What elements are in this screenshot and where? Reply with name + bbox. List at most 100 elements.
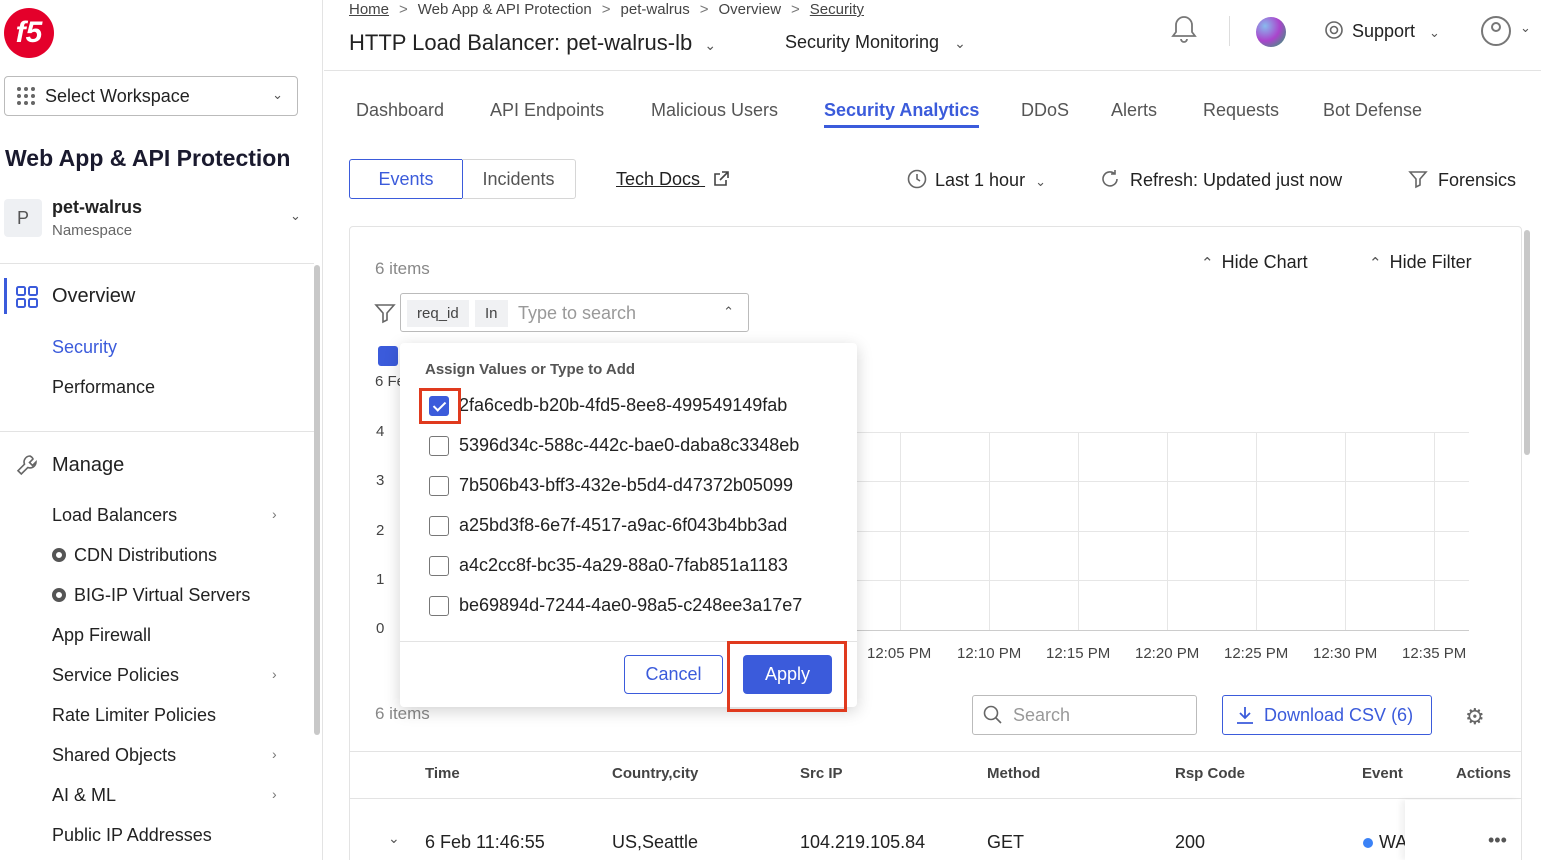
tab-alerts[interactable]: Alerts (1111, 100, 1157, 121)
chevron-right-icon: › (272, 786, 277, 802)
content-scrollbar[interactable] (1524, 230, 1530, 455)
nav-item-cdn-distributions[interactable]: CDN Distributions (52, 545, 217, 566)
option-checkbox[interactable] (429, 555, 449, 576)
monitoring-select[interactable]: Security Monitoring ⌄ (785, 32, 966, 53)
table-search-placeholder: Search (1013, 705, 1071, 725)
user-icon[interactable] (1481, 16, 1511, 46)
cancel-button[interactable]: Cancel (624, 655, 723, 694)
column-header-event[interactable]: Event (1362, 765, 1403, 782)
tab-dashboard[interactable]: Dashboard (356, 100, 444, 121)
column-header-method[interactable]: Method (987, 765, 1040, 782)
time-range-select[interactable]: Last 1 hour ⌄ (907, 169, 1046, 191)
option-row[interactable]: a25bd3f8-6e7f-4517-a9ac-6f043b4bb3ad (429, 515, 787, 536)
column-header-time[interactable]: Time (425, 765, 460, 782)
option-checkbox[interactable] (429, 475, 449, 496)
breadcrumb-home[interactable]: Home (349, 1, 389, 18)
x-tick-label: 12:15 PM (1046, 645, 1111, 662)
option-checkbox[interactable] (429, 595, 449, 616)
bell-icon[interactable] (1170, 14, 1198, 44)
chevron-up-icon: ⌃ (1201, 255, 1214, 272)
option-label: 7b506b43-bff3-432e-b5d4-d47372b05099 (459, 475, 793, 495)
incidents-toggle[interactable]: Incidents (462, 159, 576, 199)
filter-operator-chip[interactable]: In (475, 300, 508, 327)
tab-ddos[interactable]: DDoS (1021, 100, 1069, 121)
monitoring-select-label: Security Monitoring (785, 32, 940, 52)
option-row[interactable]: a4c2cc8f-bc35-4a29-88a0-7fab851a1183 (429, 555, 788, 576)
nav-item-app-firewall[interactable]: App Firewall (52, 625, 151, 646)
namespace-name[interactable]: pet-walrus (52, 197, 142, 218)
support-menu[interactable]: Support ⌄ (1324, 20, 1440, 42)
breadcrumb-app[interactable]: Web App & API Protection (418, 1, 592, 18)
breadcrumb: Home > Web App & API Protection > pet-walrus… (349, 1, 864, 18)
filter-input[interactable]: req_id In Type to search ⌃ (400, 293, 749, 332)
tab-malicious-users[interactable]: Malicious Users (651, 100, 778, 121)
external-link-icon (714, 171, 729, 186)
sidebar-scrollbar[interactable] (314, 265, 320, 735)
breadcrumb-security[interactable]: Security (810, 1, 864, 18)
tab-api-endpoints[interactable]: API Endpoints (490, 100, 604, 121)
hide-chart-button[interactable]: ⌃ Hide Chart (1201, 252, 1308, 273)
table-search-input[interactable]: Search (972, 695, 1197, 735)
load-balancer-title[interactable]: HTTP Load Balancer: pet-walrus-lb ⌄ (349, 30, 716, 56)
nav-manage[interactable]: Manage (52, 454, 124, 477)
tab-bot-defense[interactable]: Bot Defense (1323, 100, 1422, 121)
row-expand-icon[interactable]: ⌄ (388, 830, 400, 847)
divider (0, 431, 314, 432)
workspace-select[interactable]: Select Workspace ⌄ (4, 76, 298, 116)
breadcrumb-overview[interactable]: Overview (719, 1, 782, 18)
nav-item-security[interactable]: Security (52, 337, 117, 358)
namespace-chevron-icon[interactable]: ⌄ (290, 208, 301, 224)
chevron-right-icon: › (272, 746, 277, 762)
forensics-label: Forensics (1438, 170, 1517, 190)
gridline (1167, 432, 1168, 630)
chevron-down-icon[interactable]: ⌄ (1520, 20, 1531, 36)
refresh-button[interactable]: Refresh: Updated just now (1100, 169, 1342, 191)
highlight-box-checkbox (419, 388, 461, 424)
nav-item-service-policies[interactable]: Service Policies (52, 665, 179, 686)
chevron-up-icon: ⌃ (1369, 255, 1382, 272)
nav-item-performance[interactable]: Performance (52, 377, 155, 398)
filter-key-chip[interactable]: req_id (407, 300, 469, 327)
tab-requests[interactable]: Requests (1203, 100, 1279, 121)
hide-filter-button[interactable]: ⌃ Hide Filter (1369, 252, 1472, 273)
option-label: a4c2cc8f-bc35-4a29-88a0-7fab851a1183 (459, 555, 788, 575)
chevron-up-icon[interactable]: ⌃ (723, 304, 734, 320)
search-icon (983, 705, 1002, 724)
nav-item-ai-ml[interactable]: AI & ML (52, 785, 116, 806)
legend-checkbox[interactable] (378, 346, 398, 366)
lifebuoy-icon (1325, 21, 1343, 39)
nav-overview[interactable]: Overview (52, 285, 135, 308)
option-row[interactable]: 7b506b43-bff3-432e-b5d4-d47372b05099 (429, 475, 793, 496)
option-row[interactable]: be69894d-7244-4ae0-98a5-c248ee3a17e7 (429, 595, 802, 616)
option-row[interactable]: 5396d34c-588c-442c-bae0-daba8c3348eb (429, 435, 799, 456)
x-tick-label: 12:35 PM (1402, 645, 1467, 662)
nav-item-load-balancers[interactable]: Load Balancers (52, 505, 177, 526)
option-checkbox[interactable] (429, 435, 449, 456)
cell-src-ip: 104.219.105.84 (800, 832, 926, 852)
download-csv-button[interactable]: Download CSV (6) (1222, 695, 1432, 735)
nav-item-label: BIG-IP Virtual Servers (74, 585, 251, 605)
row-actions-menu-icon[interactable]: ••• (1488, 830, 1507, 851)
events-toggle[interactable]: Events (349, 159, 463, 199)
nav-item-rate-limiter-policies[interactable]: Rate Limiter Policies (52, 705, 216, 726)
nav-item-bigip-virtual-servers[interactable]: BIG-IP Virtual Servers (52, 585, 250, 606)
tab-security-analytics[interactable]: Security Analytics (824, 100, 980, 128)
column-header-country[interactable]: Country,city (612, 765, 698, 782)
apps-grid-icon (17, 87, 35, 105)
f5-logo[interactable]: f5 (4, 8, 54, 58)
breadcrumb-namespace[interactable]: pet-walrus (621, 1, 690, 18)
gear-icon[interactable]: ⚙ (1465, 704, 1485, 730)
option-checkbox[interactable] (429, 515, 449, 536)
filter-search-placeholder[interactable]: Type to search (518, 303, 636, 324)
filter-icon[interactable] (374, 302, 396, 324)
tech-docs-link[interactable]: Tech Docs (616, 169, 729, 190)
option-label: be69894d-7244-4ae0-98a5-c248ee3a17e7 (459, 595, 803, 615)
option-row[interactable]: 2fa6cedb-b20b-4fd5-8ee8-499549149fab (429, 395, 787, 416)
nav-item-public-ip-addresses[interactable]: Public IP Addresses (52, 825, 212, 846)
column-header-rsp-code[interactable]: Rsp Code (1175, 765, 1245, 782)
nav-item-shared-objects[interactable]: Shared Objects (52, 745, 176, 766)
column-header-src-ip[interactable]: Src IP (800, 765, 843, 782)
tenant-avatar[interactable] (1256, 17, 1286, 47)
forensics-button[interactable]: Forensics (1408, 169, 1516, 191)
hide-filter-label: Hide Filter (1389, 252, 1472, 272)
